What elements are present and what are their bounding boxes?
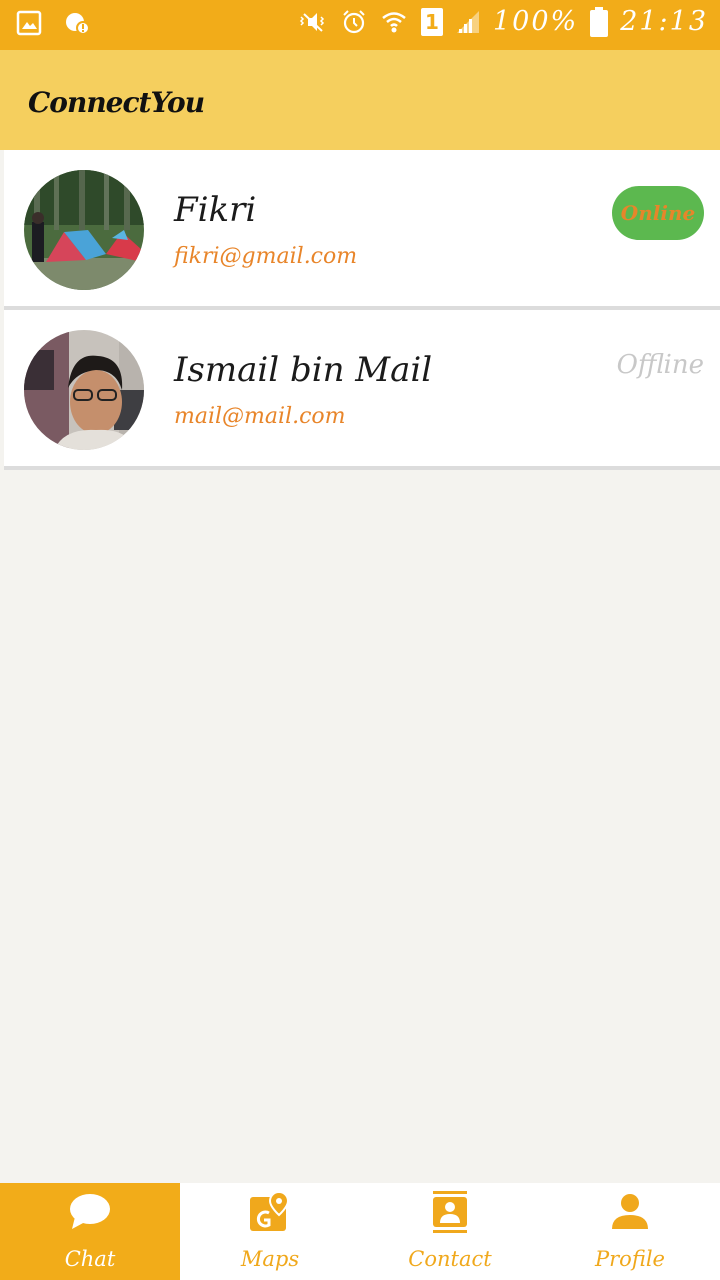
image-icon [16,10,42,36]
clock: 21:13 [620,6,708,37]
contact-name: Fikri [174,190,257,230]
nav-label: Profile [595,1247,665,1271]
status-bar-left [16,10,90,36]
avatar [24,170,144,290]
nav-tab-profile[interactable]: Profile [540,1183,720,1280]
app-bar: ConnectYou [0,50,720,150]
status-badge: Online [612,186,704,240]
contact-list: Fikri fikri@gmail.com Online Ismail bin … [4,150,720,470]
contact-name: Ismail bin Mail [174,350,433,390]
nav-tab-contact[interactable]: Contact [360,1183,540,1280]
sim-icon: 1 [420,7,443,36]
status-bar-right: 1 100% 21:13 [293,6,708,37]
contact-icon [433,1191,467,1233]
nav-tab-maps[interactable]: Maps [180,1183,360,1280]
nav-label: Chat [64,1247,116,1271]
avatar [24,330,144,450]
app-title: ConnectYou [28,86,205,119]
chat-icon [70,1194,110,1229]
battery-icon [590,6,609,37]
notification-icon [66,13,90,35]
nav-label: Maps [240,1247,300,1271]
list-item[interactable]: Fikri fikri@gmail.com Online [4,150,720,310]
contact-email: mail@mail.com [174,404,346,429]
signal-icon [456,10,479,33]
mute-icon [299,12,325,32]
wifi-icon [382,11,406,32]
contact-email: fikri@gmail.com [174,244,358,269]
nav-tab-chat[interactable]: Chat [0,1183,180,1280]
nav-label: Contact [408,1247,492,1271]
list-item[interactable]: Ismail bin Mail mail@mail.com Offline [4,310,720,470]
bottom-navigation: Chat Maps Contact Profile [0,1183,720,1280]
battery-percent: 100% [492,6,579,37]
status-label: Offline [616,350,704,380]
maps-icon [250,1191,290,1231]
alarm-icon [343,9,365,33]
status-bar: 1 100% 21:13 [0,0,720,50]
profile-icon [612,1194,648,1229]
